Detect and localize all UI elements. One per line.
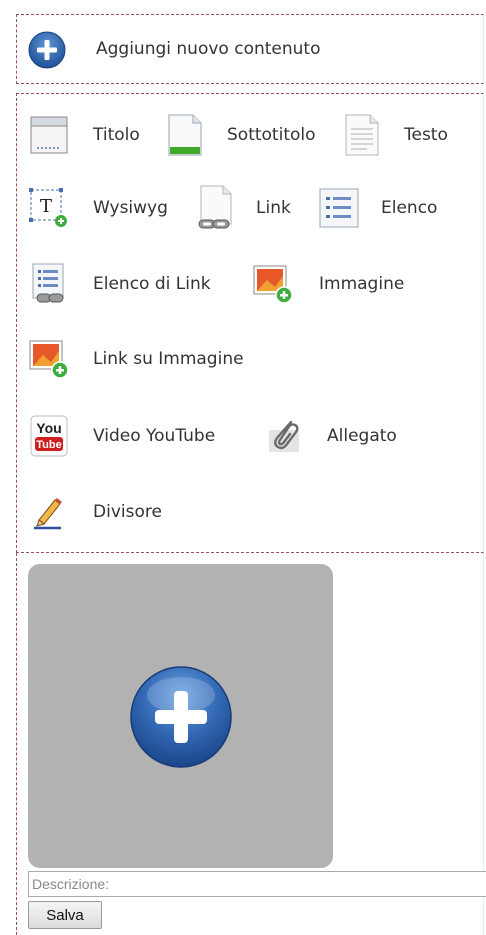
tool-allegato[interactable]: Allegato [261, 414, 397, 458]
tool-elenco[interactable]: Elenco [315, 186, 437, 230]
tool-testo-label: Testo [404, 125, 448, 145]
paperclip-icon [261, 412, 309, 460]
add-content-button[interactable]: Aggiungi nuovo contenuto [16, 14, 484, 84]
tool-sottotitolo-label: Sottotitolo [227, 125, 316, 145]
image-add-icon [249, 260, 297, 308]
page: Aggiungi nuovo contenuto Titolo Sottotit… [0, 0, 486, 935]
youtube-badge-bottom: Tube [36, 439, 61, 451]
tool-link-su-immagine-label: Link su Immagine [93, 349, 244, 369]
upload-plus-circle-icon[interactable] [129, 665, 233, 773]
description-input[interactable] [28, 871, 486, 897]
subtitle-page-icon [161, 111, 209, 159]
youtube-badge-top: You [36, 420, 61, 436]
tool-allegato-label: Allegato [327, 426, 397, 446]
wysiwyg-icon: T [25, 184, 73, 232]
youtube-icon: You Tube [25, 412, 73, 460]
tool-divisore-label: Divisore [93, 502, 162, 522]
tool-video-youtube-label: Video YouTube [93, 426, 216, 446]
svg-text:T: T [40, 196, 52, 217]
add-content-label: Aggiungi nuovo contenuto [96, 39, 321, 59]
link-list-icon [25, 260, 73, 308]
tool-elenco-di-link-label: Elenco di Link [93, 274, 211, 294]
tool-wysiwyg-label: Wysiwyg [93, 198, 168, 218]
image-upload-section: Salva [16, 553, 486, 935]
tool-titolo-label: Titolo [93, 125, 140, 145]
save-button[interactable]: Salva [28, 901, 102, 929]
text-page-icon [338, 111, 386, 159]
tool-link[interactable]: Link [192, 184, 291, 232]
pencil-icon [25, 488, 73, 536]
image-upload-dropzone[interactable] [28, 564, 333, 868]
tool-sottotitolo[interactable]: Sottotitolo [161, 113, 316, 157]
tool-link-label: Link [256, 198, 291, 218]
tool-link-su-immagine[interactable]: Link su Immagine [25, 337, 244, 381]
tool-titolo[interactable]: Titolo [25, 113, 140, 157]
tool-immagine-label: Immagine [319, 274, 405, 294]
tool-divisore[interactable]: Divisore [25, 490, 162, 534]
tool-elenco-di-link[interactable]: Elenco di Link [25, 262, 211, 306]
tool-testo[interactable]: Testo [338, 113, 448, 157]
list-icon [315, 184, 363, 232]
tool-wysiwyg[interactable]: T Wysiwyg [25, 186, 168, 230]
link-page-icon [192, 184, 240, 232]
image-link-icon [25, 335, 73, 383]
content-tool-palette: Titolo Sottotitolo Testo T Wysiwyg Link … [16, 93, 484, 553]
tool-immagine[interactable]: Immagine [249, 262, 404, 306]
tool-elenco-label: Elenco [381, 198, 438, 218]
tool-video-youtube[interactable]: You Tube Video YouTube [25, 414, 215, 458]
plus-circle-icon [28, 31, 66, 73]
title-block-icon [25, 111, 73, 159]
